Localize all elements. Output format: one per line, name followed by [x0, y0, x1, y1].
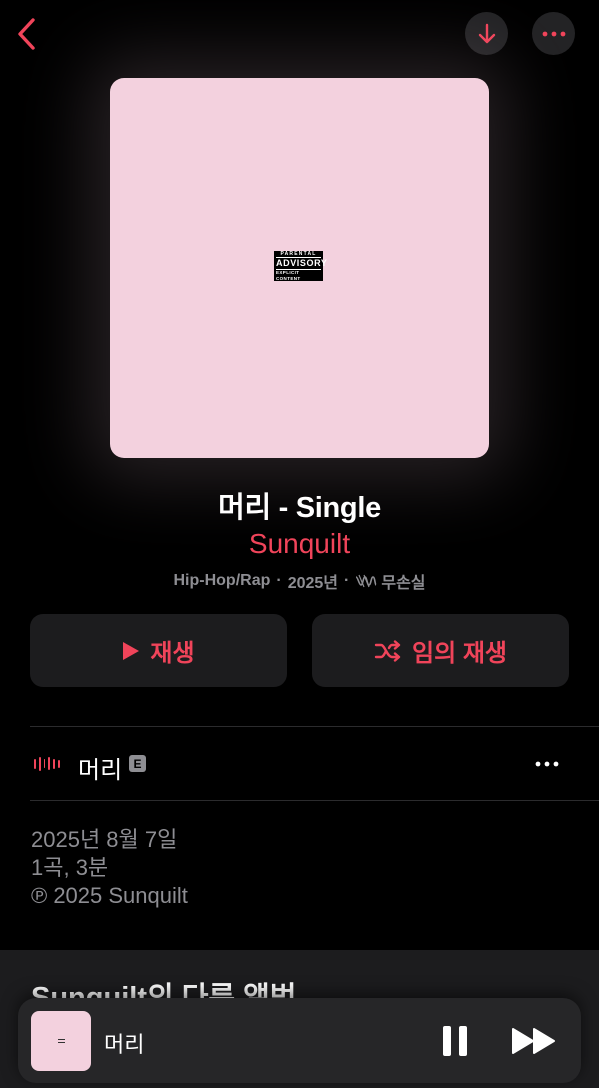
- explicit-badge: E: [129, 755, 146, 772]
- pause-icon: [443, 1026, 467, 1056]
- lossless-badge: 무손실: [355, 569, 426, 593]
- pause-button[interactable]: [438, 1022, 472, 1060]
- album-meta: Hip-Hop/Rap · 2025년 · 무손실: [0, 569, 599, 593]
- genre-label: Hip-Hop/Rap: [173, 572, 271, 589]
- skip-forward-button[interactable]: [506, 1022, 562, 1060]
- play-icon: [123, 641, 140, 660]
- lossless-icon: [355, 574, 378, 588]
- ellipsis-icon: [542, 31, 565, 36]
- advisory-middle-text: ADVISORY: [276, 256, 328, 270]
- divider: [30, 800, 599, 801]
- mini-artwork-mark: [57, 1039, 65, 1043]
- track-title: 머리: [78, 757, 123, 784]
- back-button[interactable]: [6, 12, 46, 56]
- advisory-bottom-text: EXPLICIT CONTENT: [276, 269, 301, 281]
- copyright: ℗ 2025 Sunquilt: [31, 883, 188, 908]
- parental-advisory-logo: PARENTAL ADVISORY EXPLICIT CONTENT: [274, 251, 328, 281]
- album-page: PARENTAL ADVISORY EXPLICIT CONTENT 머리 - …: [0, 0, 599, 1088]
- release-date: 2025년 8월 7일: [31, 827, 178, 852]
- shuffle-button-label: 임의 재생: [412, 640, 507, 667]
- artist-link[interactable]: Sunquilt: [0, 528, 599, 560]
- ellipsis-icon: [535, 761, 559, 767]
- meta-separator: ·: [276, 572, 282, 589]
- track-more-button[interactable]: [528, 749, 566, 779]
- track-row[interactable]: 머리 E: [0, 727, 599, 800]
- now-playing-bars-icon: [34, 756, 60, 771]
- play-button[interactable]: 재생: [30, 614, 287, 687]
- arrow-down-icon: [478, 23, 495, 43]
- year-label: 2025년: [287, 575, 339, 592]
- play-button-label: 재생: [150, 640, 195, 667]
- shuffle-icon: [374, 639, 401, 662]
- mini-player-title: 머리: [104, 1032, 145, 1057]
- track-count-duration: 1곡, 3분: [31, 855, 109, 880]
- download-button[interactable]: [465, 12, 508, 55]
- more-options-button[interactable]: [532, 12, 575, 55]
- forward-icon: [512, 1028, 555, 1054]
- album-title: 머리 - Single: [218, 492, 381, 524]
- chevron-left-icon: [18, 18, 35, 50]
- meta-separator: ·: [344, 572, 350, 589]
- release-info: 2025년 8월 7일 1곡, 3분 ℗ 2025 Sunquilt: [31, 826, 188, 910]
- mini-player-artwork: [31, 1011, 91, 1071]
- lossless-label: 무손실: [381, 575, 426, 592]
- shuffle-button[interactable]: 임의 재생: [312, 614, 569, 687]
- mini-player[interactable]: 머리: [18, 998, 581, 1083]
